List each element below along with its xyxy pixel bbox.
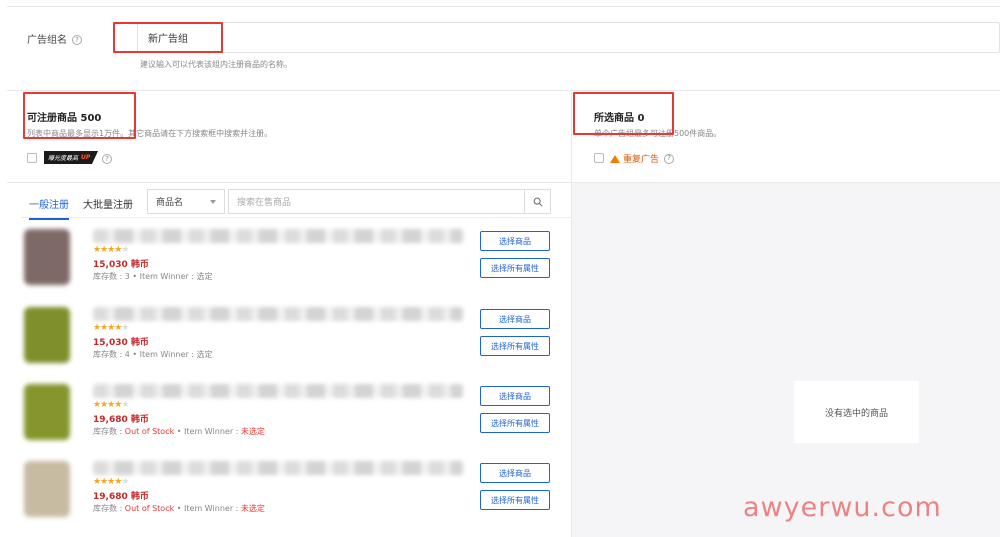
select-all-attributes-button[interactable]: 选择所有属性 [480,336,550,356]
empty-state: 没有选中的商品 [794,381,919,443]
tab-general-registration[interactable]: 一般注册 [29,196,69,220]
boost-badge-up: UP [81,154,91,161]
help-icon[interactable]: ? [664,153,675,164]
boost-checkbox[interactable] [27,153,37,163]
duplicate-ad-warning: 重复广告 ? [610,152,675,165]
select-all-attributes-button[interactable]: 选择所有属性 [480,413,550,433]
boost-badge-text: 曝光度最高 [48,155,79,162]
product-search-placeholder: 搜索在售商品 [237,198,292,208]
product-rating-stars: ★★★★★ [93,323,129,333]
boost-badge: 曝光度最高 UP [44,151,98,164]
product-thumbnail [24,461,70,517]
product-price: 19,680 韩币 [93,415,149,425]
product-price: 19,680 韩币 [93,492,149,502]
selected-products-header: 所选商品 0 单个广告组最多可注册500件商品。 重复广告 ? [572,91,1000,183]
available-products-header: 可注册商品 500 列表中商品最多显示1万件。其它商品请在下方搜索框中搜索并注册… [7,91,572,183]
available-products-title: 可注册商品 500 [27,113,102,124]
product-rating-stars: ★★★★★ [93,400,129,410]
selected-products-title: 所选商品 0 [594,113,645,124]
product-search-input[interactable]: 搜索在售商品 [228,189,551,214]
select-product-button[interactable]: 选择商品 [480,231,550,251]
duplicate-ad-checkbox[interactable] [594,153,604,163]
product-thumbnail [24,307,70,363]
product-price: 15,030 韩币 [93,338,149,348]
tabs-divider [21,217,571,218]
search-field-select-value: 商品名 [156,198,184,208]
product-row: ★★★★★ 19,680 韩币 库存数 : Out of Stock • Ite… [21,380,561,452]
search-button[interactable] [524,190,550,213]
product-stock-info: 库存数 : 3 • Item Winner : 选定 [93,272,213,281]
watermark: awyerwu.com [743,492,942,523]
chevron-down-icon [210,199,216,204]
product-stock-info: 库存数 : Out of Stock • Item Winner : 未选定 [93,504,265,513]
product-name-blurred [93,384,463,398]
product-row: ★★★★★ 19,680 韩币 库存数 : Out of Stock • Ite… [21,457,561,529]
product-list-panel: 一般注册 大批量注册 商品名 搜索在售商品 ★★★★★ 15,030 韩币 库存… [7,183,572,537]
ad-group-section: 广告组名? 新广告组 建议输入可以代表该组内注册商品的名称。 [7,7,1000,91]
ad-group-hint: 建议输入可以代表该组内注册商品的名称。 [140,60,292,69]
product-name-blurred [93,461,463,475]
product-price: 15,030 韩币 [93,260,149,270]
product-row: ★★★★★ 15,030 韩币 库存数 : 3 • Item Winner : … [21,225,561,297]
selected-products-subtitle: 单个广告组最多可注册500件商品。 [594,129,722,138]
duplicate-ad-label: 重复广告 [623,155,660,165]
product-name-blurred [93,307,463,321]
product-name-blurred [93,229,463,243]
help-icon[interactable]: ? [72,35,82,45]
selected-products-panel: 没有选中的商品 [572,183,1000,537]
product-rating-stars: ★★★★★ [93,477,129,487]
ad-group-label-row: 广告组名? [27,31,82,46]
search-icon [533,197,543,207]
product-thumbnail [24,384,70,440]
ad-group-name-input[interactable]: 新广告组 [137,22,1000,53]
ad-group-name-value: 新广告组 [148,34,188,45]
product-stock-info: 库存数 : Out of Stock • Item Winner : 未选定 [93,427,265,436]
available-products-subtitle: 列表中商品最多显示1万件。其它商品请在下方搜索框中搜索并注册。 [27,129,273,138]
select-product-button[interactable]: 选择商品 [480,309,550,329]
select-product-button[interactable]: 选择商品 [480,386,550,406]
select-all-attributes-button[interactable]: 选择所有属性 [480,258,550,278]
select-all-attributes-button[interactable]: 选择所有属性 [480,490,550,510]
product-rating-stars: ★★★★★ [93,245,129,255]
select-product-button[interactable]: 选择商品 [480,463,550,483]
tab-bulk-registration[interactable]: 大批量注册 [83,196,133,211]
help-icon[interactable]: ? [102,154,112,164]
product-thumbnail [24,229,70,285]
search-field-select[interactable]: 商品名 [147,189,225,214]
product-row: ★★★★★ 15,030 韩币 库存数 : 4 • Item Winner : … [21,303,561,375]
ad-group-label: 广告组名 [27,35,67,46]
warning-icon [610,154,620,163]
product-stock-info: 库存数 : 4 • Item Winner : 选定 [93,350,213,359]
